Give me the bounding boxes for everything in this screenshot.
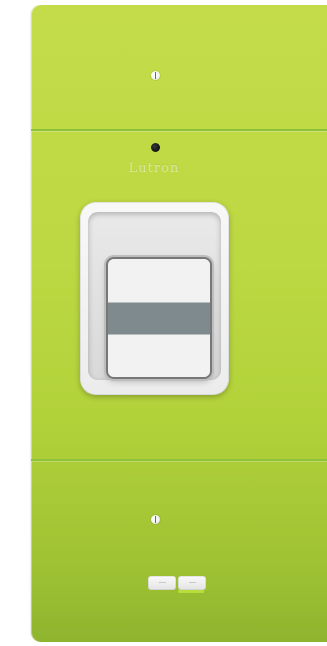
switch-module — [80, 202, 229, 593]
dim-down-button[interactable] — [148, 576, 176, 590]
rocker-switch[interactable] — [108, 259, 210, 377]
sensor-led-icon — [151, 143, 160, 152]
dim-up-button[interactable] — [178, 576, 206, 590]
screw-top-icon — [151, 71, 160, 80]
level-indicator — [178, 590, 204, 593]
screw-bottom-icon — [151, 515, 160, 524]
switch-well — [88, 212, 221, 380]
plate-divider-bottom — [31, 459, 327, 461]
dimmer-controls — [148, 576, 208, 593]
plate-divider-top — [31, 129, 327, 131]
brand-logo: Lutron — [128, 161, 180, 176]
